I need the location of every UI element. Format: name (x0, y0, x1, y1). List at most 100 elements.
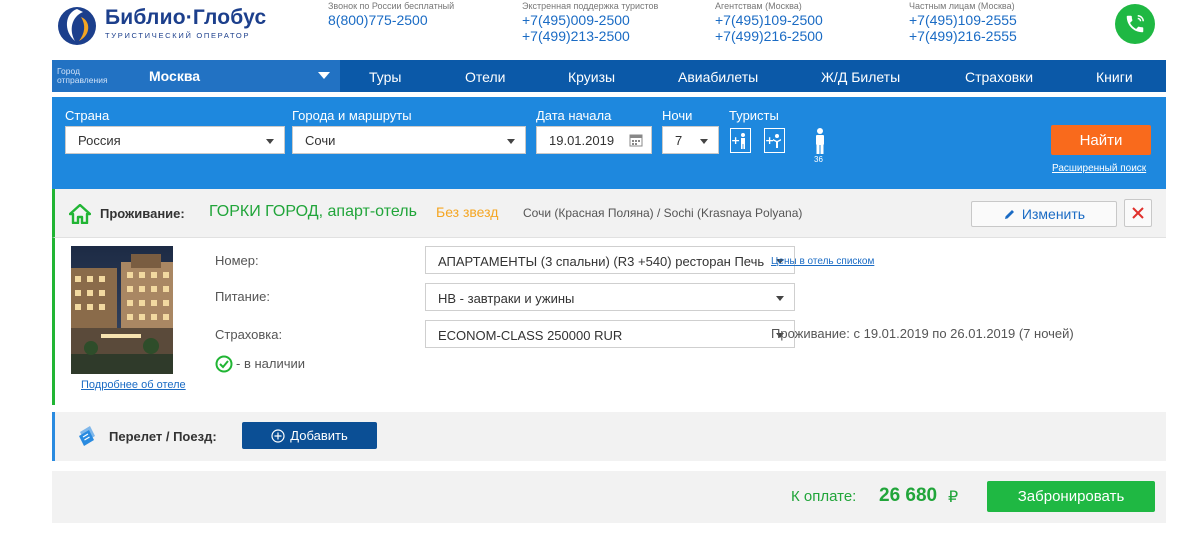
nav-item-flights[interactable]: Авиабилеты (678, 69, 758, 85)
availability-status: - в наличии (236, 356, 306, 371)
nights-select[interactable]: 7 (662, 126, 719, 154)
tourist-adult[interactable]: 36 (810, 127, 830, 167)
plus-circle-icon (271, 428, 285, 443)
contact-phone[interactable]: +7(499)213-2500 (522, 28, 658, 44)
brand-subtitle: ТУРИСТИЧЕСКИЙ ОПЕРАТОР (105, 31, 251, 40)
contact-russia: Звонок по России бесплатный 8(800)775-25… (328, 0, 454, 28)
callback-button[interactable] (1115, 4, 1155, 44)
pencil-icon (1004, 209, 1014, 219)
chevron-down-icon (507, 139, 515, 144)
calendar-icon[interactable] (629, 133, 643, 147)
cities-value: Сочи (305, 133, 336, 148)
contact-phone[interactable]: +7(495)009-2500 (522, 12, 658, 28)
close-icon (1132, 207, 1144, 219)
advanced-search-link[interactable]: Расширенный поиск (1052, 163, 1146, 174)
nights-label: Ночи (662, 108, 693, 123)
change-hotel-button[interactable]: Изменить (971, 201, 1117, 227)
departure-city-value: Москва (149, 68, 201, 84)
nav-item-trains[interactable]: Ж/Д Билеты (821, 69, 900, 85)
main-nav: Город отправления Москва Туры Отели Круи… (52, 60, 1166, 92)
room-label: Номер: (215, 253, 259, 268)
country-label: Страна (65, 108, 110, 123)
country-select[interactable]: Россия (65, 126, 285, 154)
contact-label: Частным лицам (Москва) (909, 1, 1015, 11)
insurance-select[interactable]: ECONOM-CLASS 250000 RUR (425, 320, 795, 348)
flight-section: Перелет / Поезд: (52, 412, 1166, 461)
insurance-value: ECONOM-CLASS 250000 RUR (438, 328, 623, 343)
meal-select[interactable]: HB - завтраки и ужины (425, 283, 795, 311)
ticket-icon (79, 426, 95, 446)
hotel-name[interactable]: ГОРКИ ГОРОД, апарт-отель (209, 203, 417, 221)
hotel-details-link[interactable]: Подробнее об отеле (81, 379, 186, 391)
chevron-down-icon (776, 296, 784, 301)
add-adult-button[interactable]: + (730, 128, 751, 153)
insurance-label: Страховка: (215, 327, 283, 342)
hotel-stars: Без звезд (436, 204, 499, 220)
contact-label: Экстренная поддержка туристов (522, 1, 659, 11)
cities-select[interactable]: Сочи (292, 126, 526, 154)
accommodation-details: Подробнее об отеле Номер: АПАРТАМЕНТЫ (3… (52, 238, 1166, 405)
nav-item-hotels[interactable]: Отели (465, 69, 505, 85)
find-button[interactable]: Найти (1051, 125, 1151, 155)
home-icon (69, 204, 91, 224)
contact-phone[interactable]: +7(499)216-2555 (909, 28, 1017, 44)
tourists-label: Туристы (729, 108, 779, 123)
nav-item-tours[interactable]: Туры (369, 69, 401, 85)
hotel-prices-link[interactable]: Цены в отель списком (771, 256, 874, 267)
svg-text:+: + (731, 134, 740, 147)
chevron-down-icon (266, 139, 274, 144)
room-value: АПАРТАМЕНТЫ (3 спальни) (R3 +540) рестор… (438, 254, 765, 269)
check-circle-icon (215, 355, 233, 373)
add-flight-button[interactable]: Добавить (242, 422, 377, 449)
contact-phone[interactable]: +7(495)109-2500 (715, 12, 823, 28)
svg-text:+: + (765, 134, 774, 147)
add-flight-label: Добавить (290, 428, 348, 443)
contact-phone[interactable]: 8(800)775-2500 (328, 12, 454, 28)
payment-amount: 26 680 (879, 485, 938, 506)
tourist-age: 36 (814, 155, 823, 164)
add-child-button[interactable]: + (764, 128, 785, 153)
nav-item-insurance[interactable]: Страховки (965, 69, 1033, 85)
hotel-photo[interactable] (71, 246, 173, 374)
date-input[interactable]: 19.01.2019 (536, 126, 652, 154)
change-hotel-label: Изменить (1021, 206, 1086, 222)
contact-private: Частным лицам (Москва) +7(495)109-2555 +… (909, 0, 1017, 44)
nav-item-cruises[interactable]: Круизы (568, 69, 615, 85)
contact-phone[interactable]: +7(499)216-2500 (715, 28, 823, 44)
contact-phone[interactable]: +7(495)109-2555 (909, 12, 1017, 28)
payment-currency: ₽ (948, 489, 959, 506)
chevron-down-icon (318, 72, 330, 79)
departure-city-label: Город отправления (57, 66, 108, 85)
date-label: Дата начала (536, 108, 612, 123)
flight-label: Перелет / Поезд: (109, 429, 217, 444)
departure-city-select[interactable]: Город отправления Москва (52, 60, 340, 92)
stay-period: Проживание: с 19.01.2019 по 26.01.2019 (… (771, 326, 1074, 341)
search-panel: Страна Россия Города и маршруты Сочи Дат… (52, 97, 1166, 189)
contact-emergency: Экстренная поддержка туристов +7(495)009… (522, 0, 658, 44)
nav-item-books[interactable]: Книги (1096, 69, 1133, 85)
contact-label: Агентствам (Москва) (715, 1, 802, 11)
accommodation-section-label: Проживание: (100, 206, 185, 221)
add-adult-icon: + (731, 133, 745, 149)
site-header: Библио·Глобус ТУРИСТИЧЕСКИЙ ОПЕРАТОР Зво… (0, 0, 1200, 60)
adult-person-icon (816, 128, 824, 154)
brand-logo[interactable]: Библио·Глобус ТУРИСТИЧЕСКИЙ ОПЕРАТОР (55, 3, 295, 47)
chevron-down-icon (700, 139, 708, 144)
book-button[interactable]: Забронировать (987, 481, 1155, 512)
country-value: Россия (78, 133, 121, 148)
nights-value: 7 (675, 133, 683, 148)
remove-hotel-button[interactable] (1124, 199, 1152, 227)
meal-label: Питание: (215, 289, 270, 304)
room-select[interactable]: АПАРТАМЕНТЫ (3 спальни) (R3 +540) рестор… (425, 246, 795, 274)
brand-name: Библио·Глобус (105, 6, 267, 29)
contact-agencies: Агентствам (Москва) +7(495)109-2500 +7(4… (715, 0, 823, 44)
payment-label: К оплате: (791, 488, 857, 505)
phone-icon (1126, 15, 1144, 33)
cities-label: Города и маршруты (292, 108, 412, 123)
meal-value: HB - завтраки и ужины (438, 291, 575, 306)
add-child-icon: + (765, 134, 781, 148)
date-value: 19.01.2019 (549, 133, 615, 148)
contact-label: Звонок по России бесплатный (328, 1, 455, 11)
globe-logo-icon (55, 3, 99, 47)
hotel-location: Сочи (Красная Поляна) / Sochi (Krasnaya … (523, 206, 803, 220)
